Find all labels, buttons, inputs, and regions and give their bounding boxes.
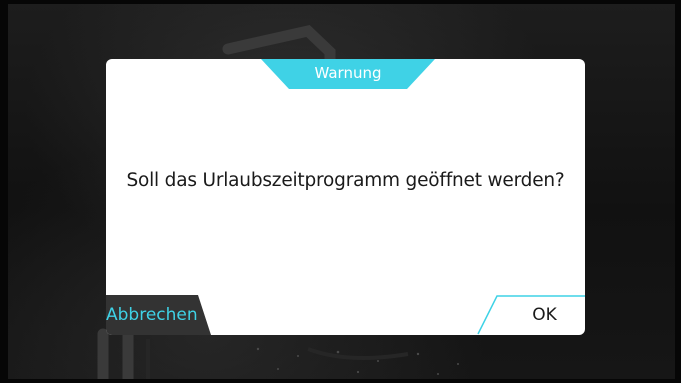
cancel-button-label: Abbrechen xyxy=(106,305,198,325)
dialog-message: Soll das Urlaubszeitprogramm geöffnet we… xyxy=(126,170,565,191)
dialog-title-tab: Warnung xyxy=(261,59,435,89)
device-screen: Warnung Soll das Urlaubszeitprogramm geö… xyxy=(8,4,675,379)
cancel-button[interactable]: Abbrechen xyxy=(106,295,211,335)
ok-button[interactable]: OK xyxy=(474,295,585,335)
warning-dialog: Warnung Soll das Urlaubszeitprogramm geö… xyxy=(106,59,585,335)
dialog-title: Warnung xyxy=(314,64,382,82)
ok-button-label: OK xyxy=(532,305,557,325)
